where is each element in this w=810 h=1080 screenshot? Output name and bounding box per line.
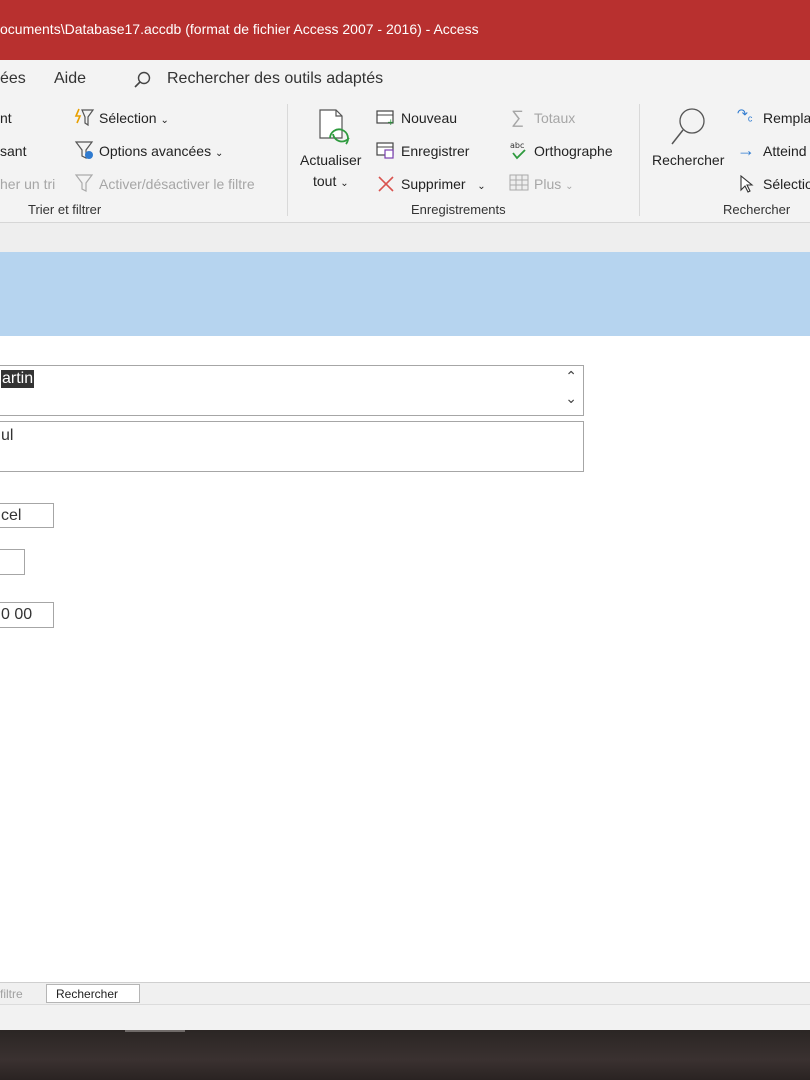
chevron-down-icon: ⌄ <box>340 178 349 189</box>
tab-donnees-externes[interactable]: ées <box>0 70 26 88</box>
delete-record-button[interactable]: Supprimer ⌄ <box>401 176 486 192</box>
taskbar-indicator <box>125 1030 185 1032</box>
replace-button[interactable]: Rempla <box>763 110 810 126</box>
clear-sort-button[interactable]: her un tri <box>0 176 55 192</box>
chevron-down-icon: ⌄ <box>160 115 169 126</box>
group-divider <box>639 104 640 216</box>
field-value: cel <box>1 507 22 524</box>
group-label-sort-filter: Trier et filtrer <box>28 202 102 217</box>
selection-filter-icon <box>74 108 95 127</box>
scroll-up-icon[interactable]: ⌃ <box>565 368 577 385</box>
ribbon: nt sant her un tri Sélection ⌄ Options a… <box>0 100 810 223</box>
search-icon <box>134 71 151 88</box>
refresh-all-label-2: tout <box>313 173 337 189</box>
last-name-field[interactable]: artin ⌃ ⌄ <box>0 365 584 416</box>
field-value-selected: artin <box>1 370 35 388</box>
selection-button[interactable]: Sélection ⌄ <box>99 110 169 126</box>
save-icon <box>376 142 394 159</box>
sort-descending-button[interactable]: sant <box>0 143 26 159</box>
filter-indicator[interactable]: filtre <box>0 987 23 1001</box>
first-name-field[interactable]: ul <box>0 421 584 472</box>
document-tab-strip <box>0 223 810 252</box>
advanced-options-label: Options avancées <box>99 143 212 159</box>
new-record-icon: + <box>376 110 395 127</box>
small-field[interactable] <box>0 549 25 575</box>
replace-icon: ↷c <box>737 106 753 124</box>
refresh-all-icon <box>319 109 350 145</box>
form-header <box>0 252 810 336</box>
advanced-filter-icon <box>74 141 94 159</box>
status-bar <box>0 1004 810 1031</box>
refresh-all-button[interactable]: tout ⌄ <box>313 173 349 189</box>
group-divider <box>287 104 288 216</box>
scroll-down-icon[interactable]: ⌄ <box>565 390 577 407</box>
find-magnifier-icon <box>671 108 705 145</box>
selection-label: Sélection <box>99 110 157 126</box>
ribbon-tabs: ées Aide Rechercher des outils adaptés <box>0 60 810 100</box>
svg-text:abc: abc <box>510 141 524 150</box>
search-box-label: Rechercher <box>56 987 119 1001</box>
chevron-down-icon: ⌄ <box>214 148 224 159</box>
tell-me-search[interactable]: Rechercher des outils adaptés <box>167 70 383 88</box>
field-value: ul <box>1 427 14 444</box>
sigma-icon: ∑ <box>511 107 524 127</box>
more-grid-icon <box>509 174 529 191</box>
title-bar: ocuments\Database17.accdb (format de fic… <box>0 0 810 60</box>
record-navigation-bar: filtre Rechercher <box>0 982 810 1005</box>
more-label: Plus <box>534 176 562 192</box>
new-record-button[interactable]: Nouveau <box>401 110 457 126</box>
goto-arrow-icon: → <box>737 140 755 160</box>
goto-button[interactable]: Atteind <box>763 143 807 159</box>
delete-icon <box>378 176 394 192</box>
chevron-down-icon: ⌄ <box>477 181 486 192</box>
taskbar <box>0 1030 810 1080</box>
field-value: 0 00 <box>1 606 33 623</box>
select-cursor-icon <box>740 175 754 193</box>
totals-button[interactable]: Totaux <box>534 110 575 126</box>
spelling-button[interactable]: Orthographe <box>534 143 613 159</box>
spelling-icon: abc <box>510 141 526 160</box>
toggle-filter-button[interactable]: Activer/désactiver le filtre <box>99 176 255 192</box>
refresh-all-label-1[interactable]: Actualiser <box>300 152 361 168</box>
save-record-button[interactable]: Enregistrer <box>401 143 469 159</box>
search-box[interactable]: Rechercher <box>46 984 140 1003</box>
window-title: ocuments\Database17.accdb (format de fic… <box>0 21 479 37</box>
svg-text:+: + <box>387 118 395 127</box>
select-button[interactable]: Sélectio <box>763 176 810 192</box>
group-label-find: Rechercher <box>723 202 791 217</box>
sort-ascending-button[interactable]: nt <box>0 110 12 126</box>
advanced-options-button[interactable]: Options avancées ⌄ <box>99 143 223 159</box>
delete-label: Supprimer <box>401 176 466 192</box>
more-button[interactable]: Plus ⌄ <box>534 176 574 192</box>
city-field[interactable]: cel <box>0 503 54 528</box>
group-label-records: Enregistrements <box>411 202 506 217</box>
phone-field[interactable]: 0 00 <box>0 602 54 628</box>
find-button[interactable]: Rechercher <box>652 152 724 168</box>
chevron-down-icon: ⌄ <box>565 181 574 192</box>
toggle-filter-icon <box>74 174 94 192</box>
tab-aide[interactable]: Aide <box>54 70 86 88</box>
